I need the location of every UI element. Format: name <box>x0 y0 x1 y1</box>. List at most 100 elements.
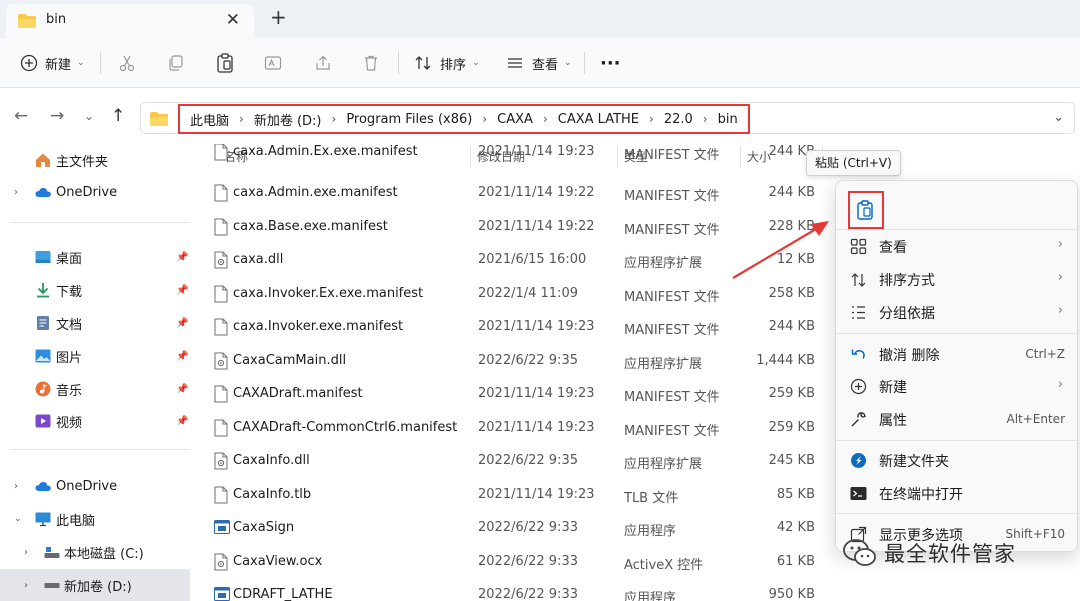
pin-icon[interactable]: 📌 <box>176 351 188 362</box>
menu-item-new[interactable]: 新建 › <box>836 371 1079 401</box>
sidebar-item-onedrive[interactable]: › OneDrive <box>0 472 190 500</box>
up-arrow-icon[interactable]: ↑ <box>111 106 125 126</box>
file-row[interactable]: CaxaCamMain.dll 2022/6/22 9:35 应用程序扩展 1,444… <box>200 345 840 378</box>
more-options-button[interactable]: ··· <box>600 50 621 76</box>
file-icon <box>214 285 228 303</box>
delete-button[interactable] <box>362 50 380 76</box>
breadcrumb-item[interactable]: 此电脑 <box>186 110 233 129</box>
sidebar-item-music[interactable]: 音乐 📌 <box>0 375 190 403</box>
menu-item-new-folder[interactable]: 新建文件夹 <box>836 445 1079 475</box>
file-row[interactable]: caxa.Invoker.exe.manifest 2021/11/14 19:2… <box>200 311 840 344</box>
paste-button[interactable] <box>216 50 234 76</box>
chevron-right-icon[interactable]: › <box>14 187 18 198</box>
breadcrumb-item[interactable]: 新加卷 (D:) <box>250 110 326 129</box>
chevron-right-icon[interactable]: › <box>643 112 660 126</box>
sidebar-item-videos[interactable]: 视频 📌 <box>0 407 190 435</box>
file-type: 应用程序 <box>624 591 677 601</box>
chevron-right-icon[interactable]: › <box>14 481 18 492</box>
back-arrow-icon[interactable]: ← <box>14 106 28 126</box>
chevron-right-icon[interactable]: › <box>24 580 28 591</box>
file-icon <box>214 184 228 202</box>
file-date: 2021/11/14 19:23 <box>478 386 595 401</box>
context-paste-button[interactable] <box>842 187 884 229</box>
file-size: 259 KB <box>768 386 815 401</box>
chevron-right-icon: › <box>1057 237 1063 252</box>
sidebar-item-home[interactable]: 主文件夹 <box>0 146 190 174</box>
chevron-right-icon[interactable]: › <box>476 112 493 126</box>
view-list-icon <box>508 58 522 68</box>
sidebar-item-volume-d[interactable]: › 新加卷 (D:) <box>0 569 190 601</box>
sidebar-item-downloads[interactable]: 下载 📌 <box>0 276 190 304</box>
sidebar-item-pictures[interactable]: 图片 📌 <box>0 342 190 370</box>
pin-icon[interactable]: 📌 <box>176 318 188 329</box>
file-row[interactable]: caxa.Admin.Ex.exe.manifest 2021/11/14 19:… <box>200 144 840 169</box>
file-row[interactable]: CAXADraft.manifest 2021/11/14 19:23 MANIFE… <box>200 378 840 411</box>
chevron-right-icon[interactable]: › <box>326 112 343 126</box>
chevron-down-icon: ⌄ <box>472 58 480 68</box>
menu-item-properties[interactable]: 属性 Alt+Enter <box>836 404 1079 434</box>
new-tab-button[interactable]: + <box>270 5 287 29</box>
pin-icon[interactable]: 📌 <box>176 384 188 395</box>
application-icon <box>214 519 230 537</box>
sidebar-item-local-disk-c[interactable]: › 本地磁盘 (C:) <box>0 538 190 566</box>
file-row[interactable]: caxa.Admin.exe.manifest 2021/11/14 19:22 M… <box>200 177 840 210</box>
music-icon <box>35 381 51 397</box>
file-type: MANIFEST 文件 <box>624 222 720 238</box>
file-size: 245 KB <box>768 453 815 468</box>
sidebar-item-onedrive[interactable]: › OneDrive <box>0 178 190 206</box>
file-icon <box>214 318 228 336</box>
file-row[interactable]: CaxaSign 2022/6/22 9:33 应用程序 42 KB <box>200 512 840 545</box>
cut-button[interactable] <box>118 50 136 76</box>
pin-icon[interactable]: 📌 <box>176 252 188 263</box>
sidebar-item-desktop[interactable]: 桌面 📌 <box>0 243 190 271</box>
undo-icon <box>851 349 865 359</box>
file-row[interactable]: CAXADraft-CommonCtrl6.manifest 2021/11/14… <box>200 412 840 445</box>
file-date: 2022/6/22 9:33 <box>478 553 578 569</box>
close-tab-icon[interactable]: ✕ <box>226 10 240 30</box>
menu-item-sort-by[interactable]: 排序方式 › <box>836 264 1079 294</box>
breadcrumb-item[interactable]: 22.0 <box>660 112 697 127</box>
menu-item-undo-delete[interactable]: 撤消 删除 Ctrl+Z <box>836 339 1079 369</box>
plus-circle-icon <box>20 54 38 72</box>
pin-icon[interactable]: 📌 <box>176 285 188 296</box>
breadcrumb-item[interactable]: CAXA LATHE <box>554 112 643 127</box>
pin-icon[interactable]: 📌 <box>176 416 188 427</box>
breadcrumb-item[interactable]: CAXA <box>493 112 537 127</box>
file-row[interactable]: CaxaInfo.dll 2022/6/22 9:35 应用程序扩展 245 KB <box>200 445 840 478</box>
menu-item-view[interactable]: 查看 › <box>836 231 1079 261</box>
chevron-right-icon[interactable]: › <box>24 547 28 558</box>
clipboard-icon <box>217 53 233 73</box>
file-row[interactable]: CaxaView.ocx 2022/6/22 9:33 ActiveX 控件 61 K… <box>200 546 840 579</box>
sidebar-item-documents[interactable]: 文档 📌 <box>0 309 190 337</box>
chevron-down-icon[interactable]: ⌄ <box>1053 110 1064 125</box>
sidebar-item-label: 新加卷 (D:) <box>64 579 132 595</box>
file-row[interactable]: CDRAFT_LATHE 2022/6/22 9:33 应用程序 950 KB <box>200 579 840 601</box>
rename-button[interactable] <box>264 50 282 76</box>
chevron-down-icon[interactable]: ⌄ <box>14 514 22 524</box>
chevron-right-icon[interactable]: › <box>233 112 250 126</box>
clipboard-icon <box>857 200 873 220</box>
tab-bin[interactable]: bin ✕ <box>6 4 254 38</box>
view-button[interactable]: 查看 ⌄ <box>506 50 572 76</box>
menu-item-label: 属性 <box>879 413 907 429</box>
address-bar[interactable]: 此电脑 › 新加卷 (D:) › Program Files (x86) › CAXA… <box>140 102 1075 134</box>
breadcrumb-item[interactable]: bin <box>714 112 742 127</box>
menu-item-open-in-terminal[interactable]: 在终端中打开 <box>836 478 1079 508</box>
new-button[interactable]: 新建 ⌄ <box>20 50 85 76</box>
share-button[interactable] <box>314 50 332 76</box>
sidebar-item-this-pc[interactable]: ⌄ 此电脑 <box>0 505 190 533</box>
forward-arrow-icon[interactable]: → <box>50 106 64 126</box>
menu-item-group-by[interactable]: 分组依据 › <box>836 297 1079 327</box>
file-row[interactable]: CaxaInfo.tlb 2021/11/14 19:23 TLB 文件 85 KB <box>200 479 840 512</box>
file-date: 2021/11/14 19:23 <box>478 419 595 435</box>
recent-locations-icon[interactable]: ⌄ <box>84 109 94 123</box>
breadcrumb-item[interactable]: Program Files (x86) <box>342 112 476 127</box>
sort-button[interactable]: 排序 ⌄ <box>414 50 480 76</box>
new-button-label: 新建 <box>45 57 72 73</box>
file-name: caxa.dll <box>233 252 284 267</box>
view-button-label: 查看 <box>532 57 559 73</box>
copy-button[interactable] <box>167 50 185 76</box>
chevron-right-icon[interactable]: › <box>697 112 714 126</box>
divider <box>10 222 190 223</box>
chevron-right-icon[interactable]: › <box>537 112 554 126</box>
